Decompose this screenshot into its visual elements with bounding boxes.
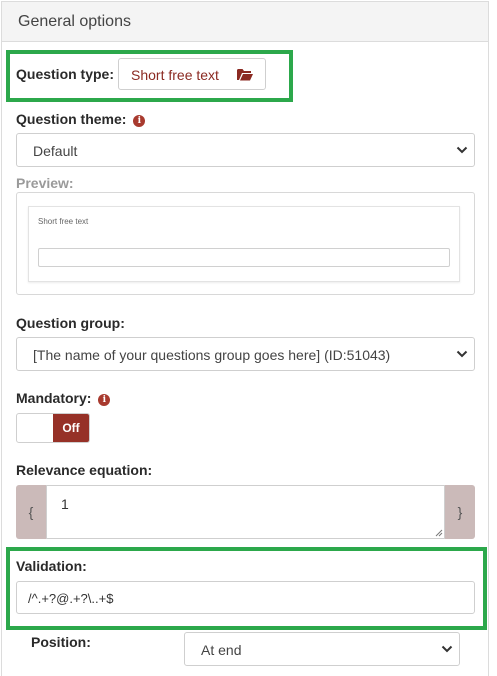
info-icon[interactable]: i bbox=[133, 115, 146, 127]
preview-text-input bbox=[38, 248, 450, 267]
toggle-off-label: Off bbox=[53, 414, 89, 442]
validation-value: /^.+?@.+?\..+$ bbox=[28, 591, 114, 606]
question-type-value: Short free text bbox=[131, 67, 219, 83]
question-theme-select[interactable]: Default bbox=[16, 133, 475, 167]
question-group-label: Question group: bbox=[16, 315, 125, 331]
close-brace-addon: } bbox=[445, 485, 475, 539]
panel-header: General options bbox=[2, 2, 488, 42]
mandatory-label: Mandatory: i bbox=[16, 390, 111, 406]
info-icon[interactable]: i bbox=[98, 394, 111, 406]
mandatory-toggle[interactable]: Off bbox=[16, 413, 90, 443]
preview-box: Short free text bbox=[16, 192, 475, 295]
validation-input[interactable]: /^.+?@.+?\..+$ bbox=[16, 581, 475, 614]
position-value: At end bbox=[201, 642, 242, 658]
question-type-button[interactable]: Short free text bbox=[118, 58, 266, 90]
preview-label: Preview: bbox=[16, 175, 74, 191]
position-label: Position: bbox=[31, 634, 91, 650]
folder-open-icon bbox=[237, 68, 253, 86]
preview-question-card: Short free text bbox=[28, 206, 460, 282]
chevron-down-icon bbox=[456, 146, 468, 154]
relevance-equation-group: { 1 } bbox=[16, 485, 475, 539]
relevance-label: Relevance equation: bbox=[16, 462, 153, 478]
position-select[interactable]: At end bbox=[184, 632, 460, 666]
validation-label: Validation: bbox=[16, 558, 87, 574]
relevance-value: 1 bbox=[61, 496, 69, 512]
question-group-select[interactable]: [The name of your questions group goes h… bbox=[16, 337, 475, 371]
question-group-value: [The name of your questions group goes h… bbox=[33, 347, 391, 363]
mandatory-label-text: Mandatory: bbox=[16, 390, 92, 406]
question-theme-label: Question theme: i bbox=[16, 111, 146, 127]
chevron-down-icon bbox=[441, 645, 453, 653]
question-type-label: Question type: bbox=[16, 66, 115, 82]
resize-grip-icon[interactable] bbox=[435, 529, 443, 537]
open-brace-addon: { bbox=[16, 485, 46, 539]
question-theme-value: Default bbox=[33, 143, 78, 159]
question-theme-label-text: Question theme: bbox=[16, 111, 127, 127]
panel-title: General options bbox=[18, 13, 131, 30]
relevance-equation-textarea[interactable]: 1 bbox=[46, 485, 445, 539]
preview-question-text: Short free text bbox=[38, 217, 89, 226]
chevron-down-icon bbox=[456, 350, 468, 358]
